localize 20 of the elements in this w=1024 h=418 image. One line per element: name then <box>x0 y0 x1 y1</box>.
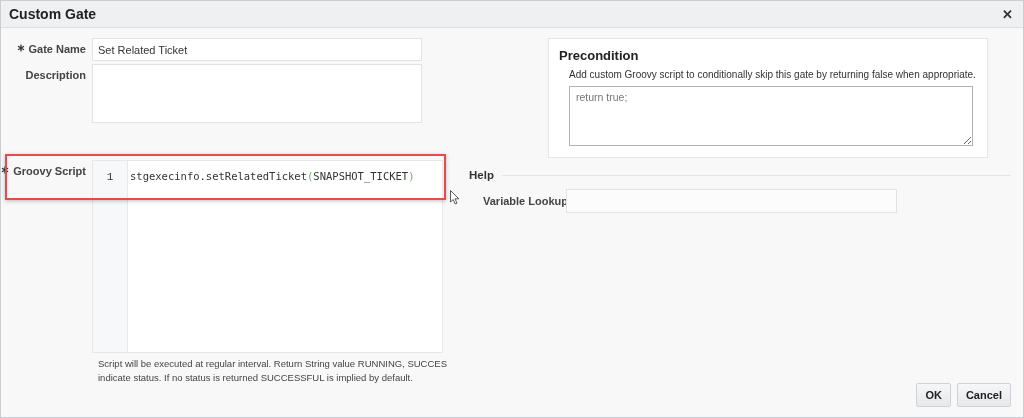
line-number: 1 <box>105 170 115 183</box>
code-editor[interactable]: 1 stgexecinfo.setRelatedTicket(SNAPSHOT_TICKET) <box>92 160 443 353</box>
dialog-button[interactable]: OK <box>916 383 951 407</box>
dialog-button[interactable]: Cancel <box>956 383 1011 407</box>
code-line: stgexecinfo.setRelatedTicket(SNAPSHOT_TICKET) <box>129 169 415 182</box>
hint-text: Add custom Groovy script to conditionally skip this gate by returning false when appropriate. <box>569 69 976 80</box>
section-title: Help <box>469 169 494 181</box>
precondition-field[interactable]: return true; <box>569 86 973 146</box>
description-field[interactable] <box>92 64 422 123</box>
help-text: Script will be executed at regular interval. Return String value RUNNING, SUCCES indicate status. If no status is returned SUCCESSFUL is implied by default. <box>98 357 447 385</box>
variable-lookup-field[interactable] <box>566 189 897 213</box>
field-label: Gate Name <box>28 43 86 55</box>
gate-name-field[interactable]: Set Related Ticket <box>92 38 422 61</box>
window-title: Custom Gate <box>9 6 97 22</box>
field-label: Description <box>25 69 86 81</box>
pointer-icon <box>450 190 460 205</box>
field-label: Groovy Script <box>13 165 86 177</box>
card-title: Precondition <box>559 48 640 63</box>
close-button[interactable]: ✕ <box>1000 6 1015 22</box>
field-label: Variable Lookup <box>482 195 566 207</box>
